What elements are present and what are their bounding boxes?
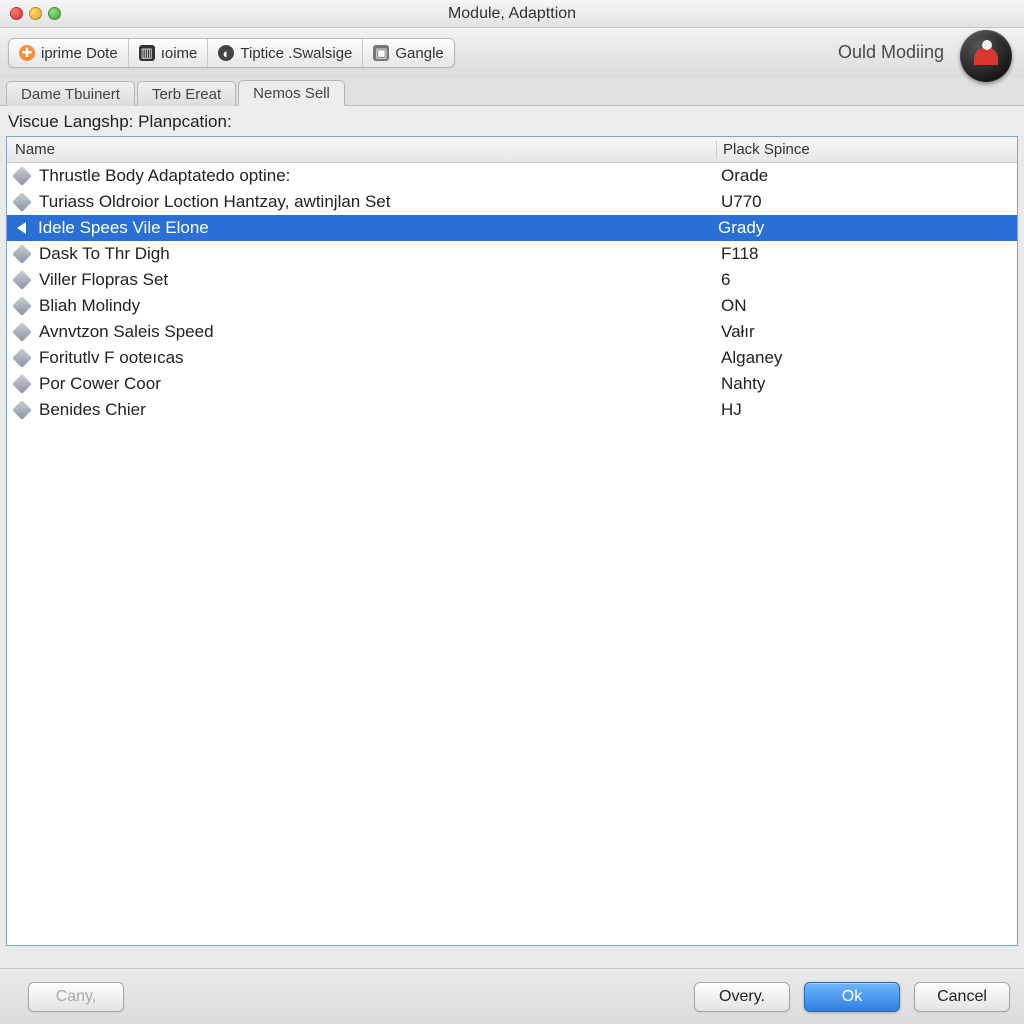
table-row[interactable]: Turiass Oldroior Loction Hantzay, awtinj… bbox=[7, 189, 1017, 215]
row-value: U770 bbox=[721, 192, 1017, 212]
row-value: HJ bbox=[721, 400, 1017, 420]
tab-bar: Dame Tbuinert Terb Ereat Nemos Sell bbox=[0, 78, 1024, 106]
row-name: Bliah Molindy bbox=[39, 296, 721, 316]
table-body: Thrustle Body Adaptatedo optine:OradeTur… bbox=[7, 163, 1017, 423]
row-value: Orade bbox=[721, 166, 1017, 186]
toolbar-btn-ioime[interactable]: ▥ ıoime bbox=[129, 39, 209, 67]
row-name: Avnvtzon Saleis Speed bbox=[39, 322, 721, 342]
row-name: Por Cower Coor bbox=[39, 374, 721, 394]
row-name: Thrustle Body Adaptatedo optine: bbox=[39, 166, 721, 186]
table-row[interactable]: Idele Spees Vile EloneGrady bbox=[7, 215, 1017, 241]
tab-dame-tbuinert[interactable]: Dame Tbuinert bbox=[6, 81, 135, 106]
toolbar-btn-gangle[interactable]: ▣ Gangle bbox=[363, 39, 453, 67]
row-value: Alganey bbox=[721, 348, 1017, 368]
ok-button[interactable]: Ok bbox=[804, 982, 900, 1012]
cancel-button[interactable]: Cancel bbox=[914, 982, 1010, 1012]
subheader-label: Viscue Langshp: Planpcation: bbox=[0, 106, 1024, 136]
column-header-value[interactable]: Plack Spince bbox=[717, 141, 1017, 158]
brand-badge-icon bbox=[960, 30, 1012, 82]
row-value: F118 bbox=[721, 244, 1017, 264]
table-row[interactable]: Por Cower CoorNahty bbox=[7, 371, 1017, 397]
tab-nemos-sell[interactable]: Nemos Sell bbox=[238, 80, 345, 106]
toolbar-group: ✚ iprime Dote ▥ ıoime ◐ Tiptice .Swalsig… bbox=[8, 38, 455, 68]
target-icon: ✚ bbox=[19, 45, 35, 61]
row-name: Benides Chier bbox=[39, 400, 721, 420]
diamond-icon bbox=[12, 322, 32, 342]
row-name: Idele Spees Vile Elone bbox=[38, 218, 718, 238]
tab-label: Terb Ereat bbox=[152, 86, 221, 103]
toolbar: ✚ iprime Dote ▥ ıoime ◐ Tiptice .Swalsig… bbox=[0, 28, 1024, 78]
diamond-icon bbox=[12, 270, 32, 290]
column-header-name[interactable]: Name bbox=[7, 141, 717, 158]
footer: Cany, Overy. Ok Cancel bbox=[0, 968, 1024, 1024]
diamond-icon bbox=[12, 374, 32, 394]
toolbar-btn-iprime[interactable]: ✚ iprime Dote bbox=[9, 39, 129, 67]
tab-label: Dame Tbuinert bbox=[21, 86, 120, 103]
cany-button: Cany, bbox=[28, 982, 124, 1012]
table-row[interactable]: Dask To Thr DighF118 bbox=[7, 241, 1017, 267]
brand-label: Ould Modiing bbox=[838, 42, 944, 63]
diamond-icon bbox=[12, 296, 32, 316]
brand-inner-icon bbox=[974, 47, 998, 65]
table-row[interactable]: Benides ChierHJ bbox=[7, 397, 1017, 423]
table-row[interactable]: Foritutlv F ooteıcasAlganey bbox=[7, 345, 1017, 371]
toolbar-btn-label: ıoime bbox=[161, 45, 198, 62]
toolbar-btn-label: Gangle bbox=[395, 45, 443, 62]
row-value: Grady bbox=[718, 218, 1017, 238]
titlebar: Module, Adapttion bbox=[0, 0, 1024, 28]
table-row[interactable]: Viller Flopras Set6 bbox=[7, 267, 1017, 293]
tag-icon: ▣ bbox=[373, 45, 389, 61]
toolbar-btn-tiptice[interactable]: ◐ Tiptice .Swalsige bbox=[208, 39, 363, 67]
row-name: Dask To Thr Digh bbox=[39, 244, 721, 264]
table-container: Name Plack Spince Thrustle Body Adaptate… bbox=[6, 136, 1018, 946]
diamond-icon bbox=[12, 192, 32, 212]
tab-label: Nemos Sell bbox=[253, 85, 330, 102]
row-name: Viller Flopras Set bbox=[39, 270, 721, 290]
table-row[interactable]: Thrustle Body Adaptatedo optine:Orade bbox=[7, 163, 1017, 189]
row-name: Turiass Oldroior Loction Hantzay, awtinj… bbox=[39, 192, 721, 212]
diamond-icon bbox=[12, 244, 32, 264]
table-row[interactable]: Bliah MolindyON bbox=[7, 293, 1017, 319]
diamond-icon bbox=[12, 166, 32, 186]
clock-icon: ◐ bbox=[218, 45, 234, 61]
tab-terb-ereat[interactable]: Terb Ereat bbox=[137, 81, 236, 106]
diamond-icon bbox=[12, 400, 32, 420]
stack-icon: ▥ bbox=[139, 45, 155, 61]
toolbar-btn-label: iprime Dote bbox=[41, 45, 118, 62]
row-value: Vałır bbox=[721, 322, 1017, 342]
table-header: Name Plack Spince bbox=[7, 137, 1017, 163]
window-title: Module, Adapttion bbox=[0, 5, 1024, 23]
row-value: 6 bbox=[721, 270, 1017, 290]
selected-caret-icon bbox=[17, 222, 26, 234]
row-name: Foritutlv F ooteıcas bbox=[39, 348, 721, 368]
table-row[interactable]: Avnvtzon Saleis SpeedVałır bbox=[7, 319, 1017, 345]
row-value: ON bbox=[721, 296, 1017, 316]
diamond-icon bbox=[12, 348, 32, 368]
toolbar-btn-label: Tiptice .Swalsige bbox=[240, 45, 352, 62]
overy-button[interactable]: Overy. bbox=[694, 982, 790, 1012]
row-value: Nahty bbox=[721, 374, 1017, 394]
